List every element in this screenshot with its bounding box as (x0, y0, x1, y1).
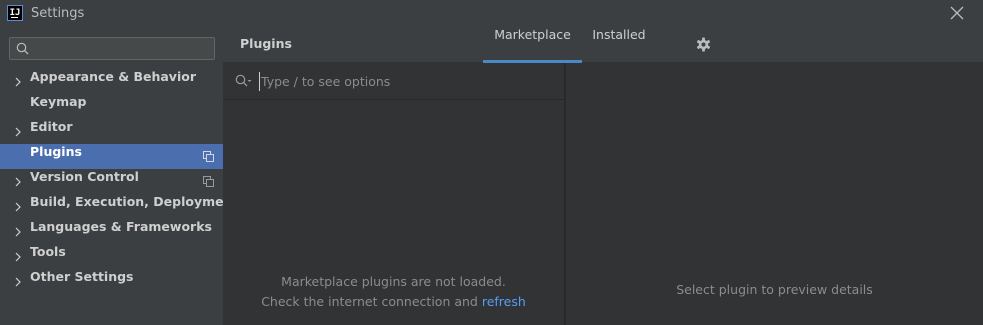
sidebar-item-label: Tools (30, 244, 66, 259)
sidebar-item-version-control[interactable]: Version Control (0, 169, 223, 194)
plugins-header: Plugins Marketplace Installed (223, 27, 983, 63)
sidebar-item-plugins[interactable]: Plugins (0, 144, 223, 169)
chevron-right-icon (15, 227, 21, 237)
settings-search-box[interactable] (9, 37, 215, 60)
page-title: Plugins (240, 36, 292, 51)
check-connection-line: Check the internet connection and refres… (223, 292, 564, 312)
chevron-right-icon (15, 77, 21, 87)
sidebar-item-label: Other Settings (30, 269, 134, 284)
plugin-list-pane: Marketplace plugins are not loaded. Chec… (223, 63, 565, 325)
copy-icon (203, 176, 214, 187)
tab-marketplace[interactable]: Marketplace (483, 27, 582, 63)
settings-nav: Appearance & Behavior Keymap Editor Plug… (0, 69, 238, 294)
check-connection-text: Check the internet connection and (261, 294, 478, 309)
sidebar-item-appearance-behavior[interactable]: Appearance & Behavior (0, 69, 223, 94)
plugins-panel: Plugins Marketplace Installed Marketplac… (223, 27, 983, 325)
sidebar-item-build-execution-deployment[interactable]: Build, Execution, Deployment (0, 194, 238, 219)
chevron-right-icon (15, 252, 21, 262)
sidebar-item-label: Keymap (30, 94, 87, 109)
settings-sidebar: Appearance & Behavior Keymap Editor Plug… (0, 27, 238, 325)
search-options-icon (235, 74, 252, 87)
plugin-details-pane: Select plugin to preview details (566, 63, 983, 325)
preview-hint-text: Select plugin to preview details (676, 282, 873, 297)
intellij-logo-icon: IJ (7, 5, 23, 21)
gear-icon[interactable] (696, 37, 711, 52)
sidebar-item-editor[interactable]: Editor (0, 119, 223, 144)
window-title: Settings (31, 6, 85, 21)
close-icon[interactable] (948, 4, 966, 22)
chevron-right-icon (15, 277, 21, 287)
sidebar-item-languages-frameworks[interactable]: Languages & Frameworks (0, 219, 223, 244)
sidebar-item-label: Languages & Frameworks (30, 219, 212, 234)
copy-icon (203, 151, 214, 162)
settings-search-input[interactable] (32, 40, 212, 57)
tab-installed[interactable]: Installed (585, 27, 653, 63)
sidebar-item-other-settings[interactable]: Other Settings (0, 269, 223, 294)
chevron-right-icon (15, 177, 21, 187)
chevron-right-icon (15, 127, 21, 137)
sidebar-item-label: Editor (30, 119, 73, 134)
not-loaded-text: Marketplace plugins are not loaded. (281, 274, 506, 289)
sidebar-item-label: Plugins (30, 144, 82, 159)
empty-state-message: Marketplace plugins are not loaded. Chec… (223, 272, 564, 312)
refresh-link[interactable]: refresh (482, 294, 526, 309)
search-icon (16, 42, 29, 55)
title-bar: IJ Settings (0, 0, 983, 27)
chevron-right-icon (15, 202, 21, 212)
sidebar-item-label: Build, Execution, Deployment (30, 194, 239, 209)
sidebar-item-tools[interactable]: Tools (0, 244, 223, 269)
sidebar-item-label: Version Control (30, 169, 139, 184)
plugin-search-input[interactable] (259, 72, 549, 91)
sidebar-item-keymap[interactable]: Keymap (0, 94, 223, 119)
plugin-search-box[interactable] (223, 63, 564, 100)
sidebar-item-label: Appearance & Behavior (30, 69, 196, 84)
